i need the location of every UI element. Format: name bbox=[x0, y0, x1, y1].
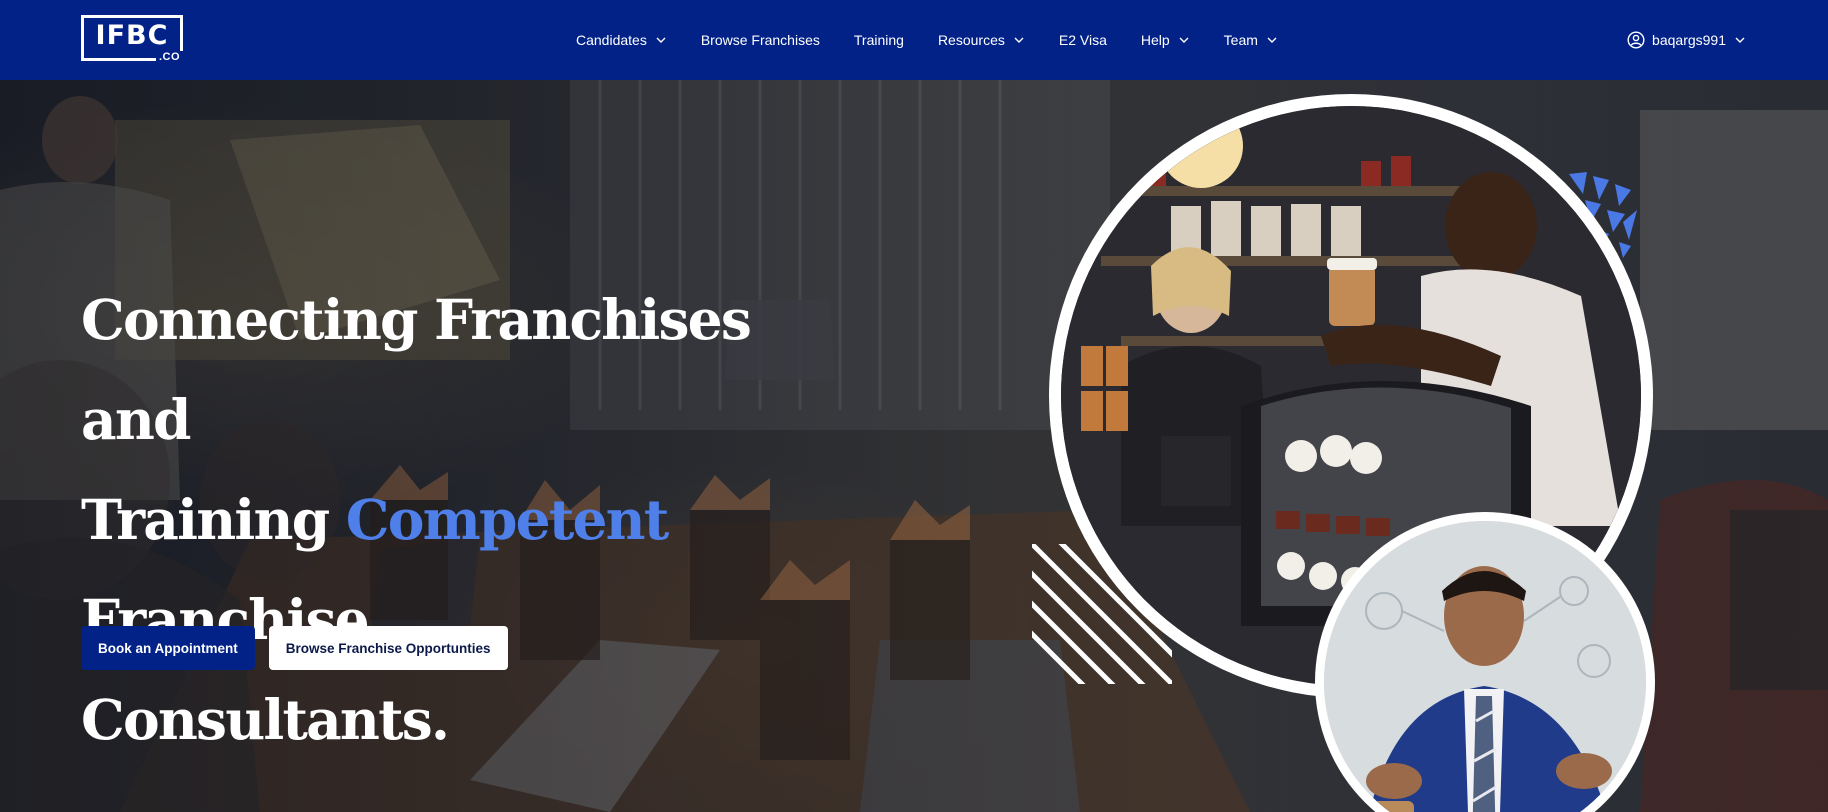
consultant-photo-image bbox=[1324, 521, 1646, 812]
main-nav: Candidates Browse Franchises Training Re… bbox=[576, 0, 1312, 80]
headline-line-3: Consultants. bbox=[81, 687, 450, 752]
nav-item-browse-franchises[interactable]: Browse Franchises bbox=[701, 32, 820, 48]
headline-line-1: Connecting Franchises and bbox=[81, 287, 752, 452]
browse-franchise-opportunities-button[interactable]: Browse Franchise Opportunties bbox=[268, 626, 508, 670]
user-menu[interactable]: baqargs991 bbox=[1627, 0, 1746, 80]
nav-item-team[interactable]: Team bbox=[1224, 32, 1278, 48]
chevron-down-icon bbox=[1267, 37, 1277, 43]
chevron-down-icon bbox=[1014, 37, 1024, 43]
logo-text: IFBC bbox=[95, 20, 169, 51]
hero-cta-row: Book an Appointment Browse Franchise Opp… bbox=[81, 626, 508, 670]
nav-item-label: Resources bbox=[937, 32, 1005, 48]
nav-item-label: Team bbox=[1223, 32, 1258, 48]
chevron-down-icon bbox=[1179, 37, 1189, 43]
logo-suffix: .CO bbox=[155, 51, 183, 63]
hero-section: Connecting Franchises and Training Compe… bbox=[0, 80, 1828, 812]
nav-item-label: Browse Franchises bbox=[700, 32, 820, 48]
ifbc-logo[interactable]: IFBC .CO bbox=[81, 15, 183, 63]
hero-headline: Connecting Franchises and Training Compe… bbox=[81, 270, 861, 770]
headline-line-2-start: Training bbox=[81, 487, 330, 552]
username: baqargs991 bbox=[1652, 32, 1726, 48]
nav-item-label: Candidates bbox=[576, 32, 647, 48]
nav-item-label: Help bbox=[1140, 32, 1170, 48]
nav-item-resources[interactable]: Resources bbox=[938, 32, 1025, 48]
top-navbar: IFBC .CO Candidates Browse Franchises Tr… bbox=[0, 0, 1828, 80]
nav-item-help[interactable]: Help bbox=[1141, 32, 1190, 48]
nav-item-label: E2 Visa bbox=[1058, 32, 1107, 48]
nav-item-training[interactable]: Training bbox=[854, 32, 904, 48]
nav-item-candidates[interactable]: Candidates bbox=[576, 32, 667, 48]
nav-item-label: Training bbox=[853, 32, 904, 48]
user-circle-icon bbox=[1627, 31, 1645, 49]
headline-accent-word: Competent bbox=[345, 487, 670, 552]
chevron-down-icon bbox=[656, 37, 666, 43]
book-appointment-button[interactable]: Book an Appointment bbox=[81, 626, 255, 670]
chevron-down-icon bbox=[1735, 37, 1745, 43]
nav-item-e2-visa[interactable]: E2 Visa bbox=[1059, 32, 1107, 48]
